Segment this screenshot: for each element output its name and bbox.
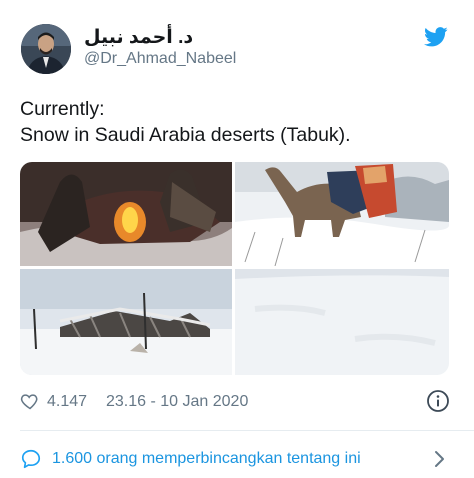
divider bbox=[20, 430, 474, 431]
chevron-right-icon[interactable] bbox=[432, 448, 448, 470]
conversation-link[interactable]: 1.600 orang memperbincangkan tentang ini bbox=[20, 446, 454, 472]
conversation-label[interactable]: 1.600 orang memperbincangkan tentang ini bbox=[52, 450, 361, 468]
avatar[interactable] bbox=[21, 24, 71, 74]
user-handle[interactable]: @Dr_Ahmad_Nabeel bbox=[84, 50, 236, 68]
tweet-text: Currently: Snow in Saudi Arabia deserts … bbox=[20, 96, 351, 148]
tweet-line-1: Currently: bbox=[20, 98, 105, 120]
tweet-card: د. أحمد نبيل @Dr_Ahmad_Nabeel Currently:… bbox=[0, 0, 474, 478]
camel-photo[interactable] bbox=[235, 162, 449, 266]
tent-photo[interactable] bbox=[20, 269, 232, 375]
reply-bubble-icon bbox=[21, 449, 41, 469]
twitter-bird-icon[interactable] bbox=[424, 26, 448, 48]
tweet-meta: 4.147 23.16 - 10 Jan 2020 bbox=[20, 389, 454, 415]
like-count[interactable]: 4.147 bbox=[47, 393, 87, 411]
info-icon[interactable] bbox=[426, 389, 450, 413]
display-name[interactable]: د. أحمد نبيل bbox=[84, 26, 193, 49]
snow-ground-photo[interactable] bbox=[235, 269, 449, 375]
campfire-photo[interactable] bbox=[20, 162, 232, 266]
tweet-line-2: Snow in Saudi Arabia deserts (Tabuk). bbox=[20, 124, 351, 146]
media-grid bbox=[20, 162, 449, 375]
heart-icon[interactable] bbox=[20, 391, 40, 411]
timestamp[interactable]: 23.16 - 10 Jan 2020 bbox=[106, 393, 248, 411]
